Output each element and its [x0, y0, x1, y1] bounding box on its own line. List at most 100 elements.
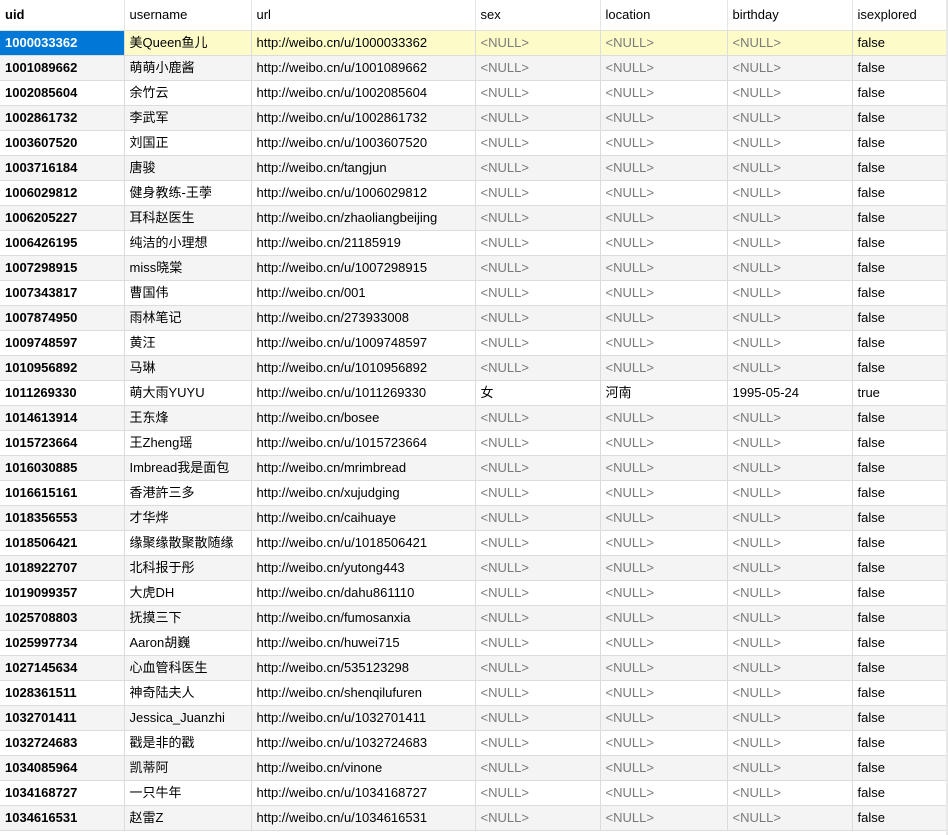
url-cell[interactable]: http://weibo.cn/u/1010956892 — [251, 355, 476, 381]
uid-cell[interactable]: 1009748597 — [0, 330, 125, 356]
username-cell[interactable]: 黄汪 — [124, 330, 252, 356]
url-cell[interactable]: http://weibo.cn/u/1002085604 — [251, 80, 476, 106]
data-grid[interactable]: ^ uid username url sex location birthday… — [0, 0, 948, 835]
isexplored-cell[interactable]: false — [852, 230, 948, 256]
birthday-cell[interactable]: <NULL> — [727, 55, 853, 81]
username-cell[interactable]: Jessica_Juanzhi — [124, 705, 252, 731]
table-row[interactable]: 1032701411 Jessica_Juanzhi http://weibo.cn… — [0, 705, 948, 731]
location-cell[interactable]: <NULL> — [600, 530, 728, 556]
table-row[interactable]: 1007874950 雨林笔记 http://weibo.cn/273933008 <… — [0, 305, 948, 331]
sex-cell[interactable]: <NULL> — [475, 255, 601, 281]
uid-cell[interactable]: 1018356553 — [0, 505, 125, 531]
sex-cell[interactable]: <NULL> — [475, 280, 601, 306]
sex-cell[interactable]: <NULL> — [475, 80, 601, 106]
isexplored-cell[interactable]: false — [852, 780, 948, 806]
birthday-cell[interactable]: <NULL> — [727, 280, 853, 306]
table-row[interactable]: 1018356553 才华烨 http://weibo.cn/caihuaye <NU… — [0, 505, 948, 531]
uid-cell[interactable]: 1007874950 — [0, 305, 125, 331]
username-cell[interactable]: 赵雷Z — [124, 805, 252, 831]
username-cell[interactable]: 雨林笔记 — [124, 305, 252, 331]
url-cell[interactable]: http://weibo.cn/u/1032701411 — [251, 705, 476, 731]
url-cell[interactable]: http://weibo.cn/u/1007298915 — [251, 255, 476, 281]
birthday-cell[interactable]: <NULL> — [727, 230, 853, 256]
location-cell[interactable]: <NULL> — [600, 455, 728, 481]
uid-cell[interactable]: 1007343817 — [0, 280, 125, 306]
isexplored-cell[interactable]: false — [852, 130, 948, 156]
uid-cell[interactable]: 1003716184 — [0, 155, 125, 181]
username-cell[interactable]: 凯蒂阿 — [124, 755, 252, 781]
sex-cell[interactable]: <NULL> — [475, 205, 601, 231]
isexplored-cell[interactable]: false — [852, 555, 948, 581]
table-row[interactable]: 1019099357 大虎DH http://weibo.cn/dahu861110… — [0, 580, 948, 606]
sex-cell[interactable]: <NULL> — [475, 655, 601, 681]
birthday-cell[interactable]: <NULL> — [727, 205, 853, 231]
sex-cell[interactable]: <NULL> — [475, 730, 601, 756]
sex-cell[interactable]: <NULL> — [475, 180, 601, 206]
sex-cell[interactable]: <NULL> — [475, 155, 601, 181]
birthday-cell[interactable]: <NULL> — [727, 655, 853, 681]
sex-cell[interactable]: <NULL> — [475, 30, 601, 56]
birthday-cell[interactable]: <NULL> — [727, 305, 853, 331]
uid-cell[interactable]: 1006426195 — [0, 230, 125, 256]
location-cell[interactable]: <NULL> — [600, 680, 728, 706]
username-cell[interactable]: 一只牛年 — [124, 780, 252, 806]
sex-cell[interactable]: <NULL> — [475, 330, 601, 356]
uid-cell[interactable]: 1014613914 — [0, 405, 125, 431]
sex-cell[interactable]: <NULL> — [475, 230, 601, 256]
username-cell[interactable]: 缘聚缘散聚散随缘 — [124, 530, 252, 556]
username-cell[interactable]: 余竹云 — [124, 80, 252, 106]
url-cell[interactable]: http://weibo.cn/u/1000033362 — [251, 30, 476, 56]
location-cell[interactable]: <NULL> — [600, 505, 728, 531]
birthday-cell[interactable]: <NULL> — [727, 430, 853, 456]
table-row[interactable]: 1016030885 Imbread我是面包 http://weibo.cn/mri… — [0, 455, 948, 481]
isexplored-cell[interactable]: false — [852, 455, 948, 481]
sex-cell[interactable]: <NULL> — [475, 755, 601, 781]
sex-cell[interactable]: <NULL> — [475, 355, 601, 381]
location-cell[interactable]: <NULL> — [600, 480, 728, 506]
location-cell[interactable]: <NULL> — [600, 230, 728, 256]
uid-cell[interactable]: 1025708803 — [0, 605, 125, 631]
uid-cell[interactable]: 1002861732 — [0, 105, 125, 131]
location-cell[interactable]: <NULL> — [600, 105, 728, 131]
isexplored-cell[interactable]: false — [852, 280, 948, 306]
location-cell[interactable]: <NULL> — [600, 180, 728, 206]
isexplored-cell[interactable]: false — [852, 580, 948, 606]
url-cell[interactable]: http://weibo.cn/mrimbread — [251, 455, 476, 481]
uid-cell[interactable]: 1028361511 — [0, 680, 125, 706]
column-header-sex[interactable]: sex — [475, 0, 601, 31]
sex-cell[interactable]: <NULL> — [475, 605, 601, 631]
column-header-isexplored[interactable]: isexplored — [852, 0, 948, 31]
uid-cell[interactable]: 1015723664 — [0, 430, 125, 456]
table-row[interactable]: 1006205227 耳科赵医生 http://weibo.cn/zhaoliang… — [0, 205, 948, 231]
table-row[interactable]: 1000033362 美Queen鱼儿 http://weibo.cn/u/1000… — [0, 30, 948, 56]
url-cell[interactable]: http://weibo.cn/273933008 — [251, 305, 476, 331]
column-header-url[interactable]: url — [251, 0, 476, 31]
table-row[interactable]: 1002085604 余竹云 http://weibo.cn/u/100208560… — [0, 80, 948, 106]
isexplored-cell[interactable]: false — [852, 480, 948, 506]
url-cell[interactable]: http://weibo.cn/caihuaye — [251, 505, 476, 531]
uid-cell[interactable]: 1001089662 — [0, 55, 125, 81]
username-cell[interactable]: 纯洁的小理想 — [124, 230, 252, 256]
birthday-cell[interactable]: <NULL> — [727, 355, 853, 381]
location-cell[interactable]: <NULL> — [600, 605, 728, 631]
url-cell[interactable]: http://weibo.cn/u/1009748597 — [251, 330, 476, 356]
location-cell[interactable]: <NULL> — [600, 730, 728, 756]
birthday-cell[interactable]: <NULL> — [727, 580, 853, 606]
isexplored-cell[interactable]: false — [852, 30, 948, 56]
table-row[interactable]: 1034085964 凯蒂阿 http://weibo.cn/vinone <NULL… — [0, 755, 948, 781]
username-cell[interactable]: Aaron胡巍 — [124, 630, 252, 656]
isexplored-cell[interactable]: false — [852, 605, 948, 631]
birthday-cell[interactable]: <NULL> — [727, 505, 853, 531]
location-cell[interactable]: <NULL> — [600, 130, 728, 156]
url-cell[interactable]: http://weibo.cn/001 — [251, 280, 476, 306]
birthday-cell[interactable]: <NULL> — [727, 480, 853, 506]
url-cell[interactable]: http://weibo.cn/21185919 — [251, 230, 476, 256]
birthday-cell[interactable]: <NULL> — [727, 80, 853, 106]
isexplored-cell[interactable]: false — [852, 755, 948, 781]
uid-cell[interactable]: 1016030885 — [0, 455, 125, 481]
username-cell[interactable]: 美Queen鱼儿 — [124, 30, 252, 56]
table-row[interactable]: 1002861732 李武军 http://weibo.cn/u/100286173… — [0, 105, 948, 131]
column-header-uid[interactable]: ^ uid — [0, 0, 125, 31]
uid-cell[interactable]: 1002085604 — [0, 80, 125, 106]
location-cell[interactable]: <NULL> — [600, 30, 728, 56]
